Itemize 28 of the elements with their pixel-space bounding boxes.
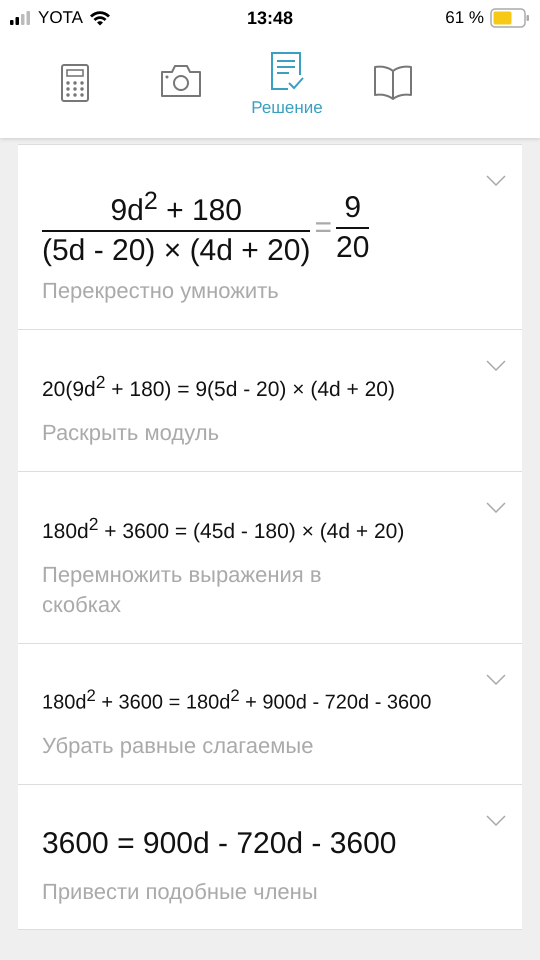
step-description: Перемножить выражения в скобках	[42, 560, 323, 620]
book-icon	[373, 64, 413, 100]
formula: 180d$^{2}$ + 3600 = (45d - 180) × (4d + 20)	[42, 512, 404, 544]
chevron-down-icon[interactable]	[486, 175, 506, 186]
signal-icon	[10, 11, 32, 25]
formula: 180d$^{2}$ + 3600 = 180d$^{2}$ + 900d - 720d - 3600	[42, 685, 432, 715]
step-description: Раскрыть модуль	[42, 418, 220, 447]
status-time: 13:48	[246, 8, 294, 28]
step-card[interactable]: 3600 = 900d - 720d - 3600 Привести подобные члены	[18, 784, 522, 930]
step-description: Привести подобные члены	[42, 878, 319, 906]
camera-icon	[160, 64, 202, 98]
step-card[interactable]: 20(9d$^{2}$ + 180) = 9(5d - 20) × (4d + 20) Раскрыть модуль	[18, 330, 522, 472]
carrier-name: YOTA	[38, 8, 84, 28]
chevron-down-icon[interactable]	[486, 502, 506, 513]
battery-icon	[490, 8, 530, 28]
document-check-icon	[270, 52, 304, 92]
formula: 20(9d$^{2}$ + 180) = 9(5d - 20) × (4d + 20)	[42, 370, 395, 402]
chevron-down-icon[interactable]	[486, 814, 506, 826]
wifi-icon	[89, 10, 112, 26]
step-description: Убрать равные слагаемые	[42, 732, 314, 760]
step-description: Перекрестно умножить	[42, 277, 280, 305]
chevron-down-icon[interactable]	[486, 674, 506, 686]
chevron-down-icon[interactable]	[486, 360, 506, 371]
battery-percent: 61 %	[445, 8, 484, 28]
calculator-icon	[61, 64, 89, 102]
step-card[interactable]: 180d$^{2}$ + 3600 = (45d - 180) × (4d + 20) Перемножить выражения в скобках	[18, 472, 522, 644]
step-card[interactable]: 180d$^{2}$ + 3600 = 180d$^{2}$ + 900d - 720d - 3600 Убрать равные слагаемые	[18, 644, 522, 785]
formula: 3600 = 900d - 720d - 3600	[42, 826, 396, 861]
